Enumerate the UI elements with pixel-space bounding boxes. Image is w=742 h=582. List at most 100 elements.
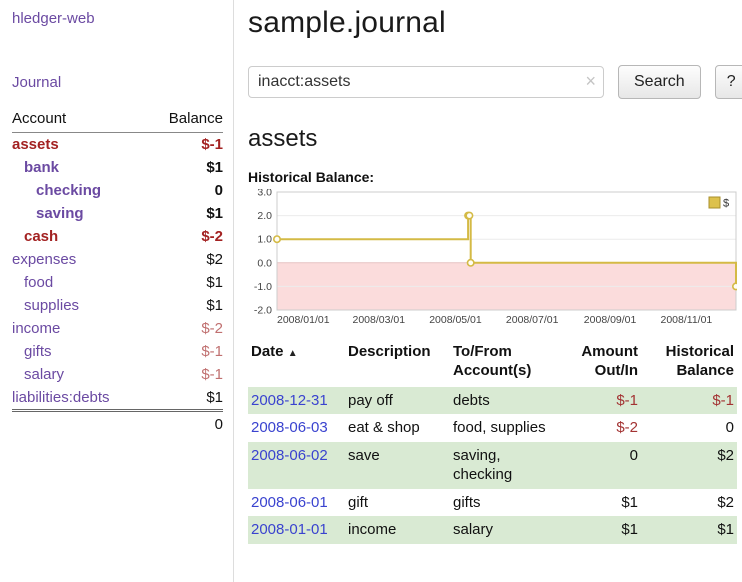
account-row: liabilities:debts$1 — [12, 386, 223, 411]
transaction-description: income — [345, 516, 450, 544]
chart-svg: 3.0 2.0 1.0 0.0 -1.0 -2.0 $2008/01/01 2008/03/0… — [248, 189, 737, 329]
search-input[interactable] — [248, 66, 604, 98]
register-header-date[interactable]: Date ▲ — [248, 341, 345, 387]
data-point-marker — [466, 212, 472, 218]
account-balance: $1 — [148, 202, 223, 225]
register-header-row: Date ▲ Description To/From Account(s) Am… — [248, 341, 737, 387]
app-title-link[interactable]: hledger-web — [12, 10, 223, 27]
svg-text:2008/11/01: 2008/11/01 — [661, 314, 713, 326]
svg-text:2008/05/01: 2008/05/01 — [429, 314, 482, 326]
accounts-total-value: 0 — [148, 411, 223, 437]
accounts-header-account: Account — [12, 107, 148, 133]
page-title: sample.journal — [248, 6, 742, 40]
register-header-balance: Historical Balance — [641, 341, 737, 387]
transaction-accounts: salary — [450, 516, 565, 544]
help-button[interactable]: ? — [715, 65, 742, 99]
svg-text:2008/03/01: 2008/03/01 — [353, 314, 406, 326]
account-row: expenses$2 — [12, 248, 223, 271]
account-link-income[interactable]: income — [12, 320, 60, 337]
legend-label: $ — [723, 198, 729, 210]
account-row: checking 0 — [12, 179, 223, 202]
transaction-date-link[interactable]: 2008-12-31 — [251, 392, 328, 409]
account-row: supplies $1 — [12, 294, 223, 317]
transaction-amount: $1 — [565, 489, 641, 517]
register-header-amount: Amount Out/In — [565, 341, 641, 387]
account-link-assets[interactable]: assets — [12, 136, 59, 153]
register-header-description: Description — [345, 341, 450, 387]
data-point-marker — [468, 260, 474, 266]
main-content: sample.journal × Search ? assets Histori… — [234, 0, 742, 582]
account-row: food $1 — [12, 271, 223, 294]
register-table: Date ▲ Description To/From Account(s) Am… — [248, 341, 737, 544]
account-link-checking[interactable]: checking — [12, 182, 101, 199]
transaction-balance: $2 — [641, 489, 737, 517]
transaction-date-link[interactable]: 2008-01-01 — [251, 521, 328, 538]
account-row: gifts $-1 — [12, 340, 223, 363]
historical-balance-chart: 3.0 2.0 1.0 0.0 -1.0 -2.0 $2008/01/01 2008/03/0… — [248, 189, 737, 329]
search-bar: × Search ? — [248, 65, 742, 99]
transaction-description: eat & shop — [345, 414, 450, 442]
table-row: 2008-06-01giftgifts$1$2 — [248, 489, 737, 517]
page: hledger-web Journal Account Balance asse… — [0, 0, 742, 582]
account-link-liabilities-debts[interactable]: liabilities:debts — [12, 389, 110, 406]
account-row: cash $-2 — [12, 225, 223, 248]
table-row: 2008-01-01incomesalary$1$1 — [248, 516, 737, 544]
transaction-accounts: gifts — [450, 489, 565, 517]
chart-title: Historical Balance: — [248, 169, 742, 185]
account-row: assets$-1 — [12, 133, 223, 157]
transaction-date-link[interactable]: 2008-06-03 — [251, 419, 328, 436]
account-row: salary $-1 — [12, 363, 223, 386]
clear-search-icon[interactable]: × — [585, 71, 596, 91]
transaction-balance: 0 — [641, 414, 737, 442]
search-button[interactable]: Search — [618, 65, 701, 99]
account-link-saving[interactable]: saving — [12, 205, 84, 222]
transaction-amount: $-2 — [565, 414, 641, 442]
account-link-salary[interactable]: salary — [12, 366, 64, 383]
sort-asc-icon: ▲ — [288, 348, 298, 359]
account-link-food[interactable]: food — [12, 274, 53, 291]
svg-text:2008/01/01: 2008/01/01 — [277, 314, 330, 326]
transaction-description: pay off — [345, 387, 450, 415]
register-header-accounts: To/From Account(s) — [450, 341, 565, 387]
accounts-header-row: Account Balance — [12, 107, 223, 133]
table-row: 2008-12-31pay offdebts$-1$-1 — [248, 387, 737, 415]
transaction-balance: $1 — [641, 516, 737, 544]
svg-text:2008/07/01: 2008/07/01 — [506, 314, 559, 326]
transaction-balance: $2 — [641, 442, 737, 489]
transaction-date-link[interactable]: 2008-06-01 — [251, 494, 328, 511]
legend-swatch — [709, 197, 720, 208]
accounts-table: Account Balance assets$-1bank$1checking0… — [12, 107, 223, 436]
svg-text:0.0: 0.0 — [257, 257, 272, 269]
svg-text:1.0: 1.0 — [257, 234, 272, 246]
accounts-total-row: 0 — [12, 411, 223, 437]
account-balance: $-2 — [148, 225, 223, 248]
transaction-description: save — [345, 442, 450, 489]
transaction-amount: $-1 — [565, 387, 641, 415]
svg-text:2.0: 2.0 — [257, 210, 272, 222]
account-balance: 0 — [148, 179, 223, 202]
account-link-expenses[interactable]: expenses — [12, 251, 76, 268]
sidebar: hledger-web Journal Account Balance asse… — [0, 0, 234, 582]
account-balance: $-2 — [148, 317, 223, 340]
svg-text:3.0: 3.0 — [257, 189, 272, 199]
account-balance: $-1 — [148, 363, 223, 386]
account-row: saving $1 — [12, 202, 223, 225]
journal-link[interactable]: Journal — [12, 74, 223, 91]
accounts-header-balance: Balance — [148, 107, 223, 133]
transaction-balance: $-1 — [641, 387, 737, 415]
data-point-marker — [274, 236, 280, 242]
transaction-accounts: saving, checking — [450, 442, 565, 489]
account-link-cash[interactable]: cash — [12, 228, 58, 245]
transaction-accounts: food, supplies — [450, 414, 565, 442]
account-balance: $1 — [148, 271, 223, 294]
account-link-supplies[interactable]: supplies — [12, 297, 79, 314]
transaction-amount: $1 — [565, 516, 641, 544]
transaction-amount: 0 — [565, 442, 641, 489]
account-link-gifts[interactable]: gifts — [12, 343, 52, 360]
account-balance: $1 — [148, 294, 223, 317]
svg-text:-1.0: -1.0 — [254, 281, 272, 293]
account-balance: $-1 — [148, 340, 223, 363]
svg-text:-2.0: -2.0 — [254, 305, 272, 317]
transaction-date-link[interactable]: 2008-06-02 — [251, 447, 328, 464]
account-link-bank[interactable]: bank — [12, 159, 59, 176]
